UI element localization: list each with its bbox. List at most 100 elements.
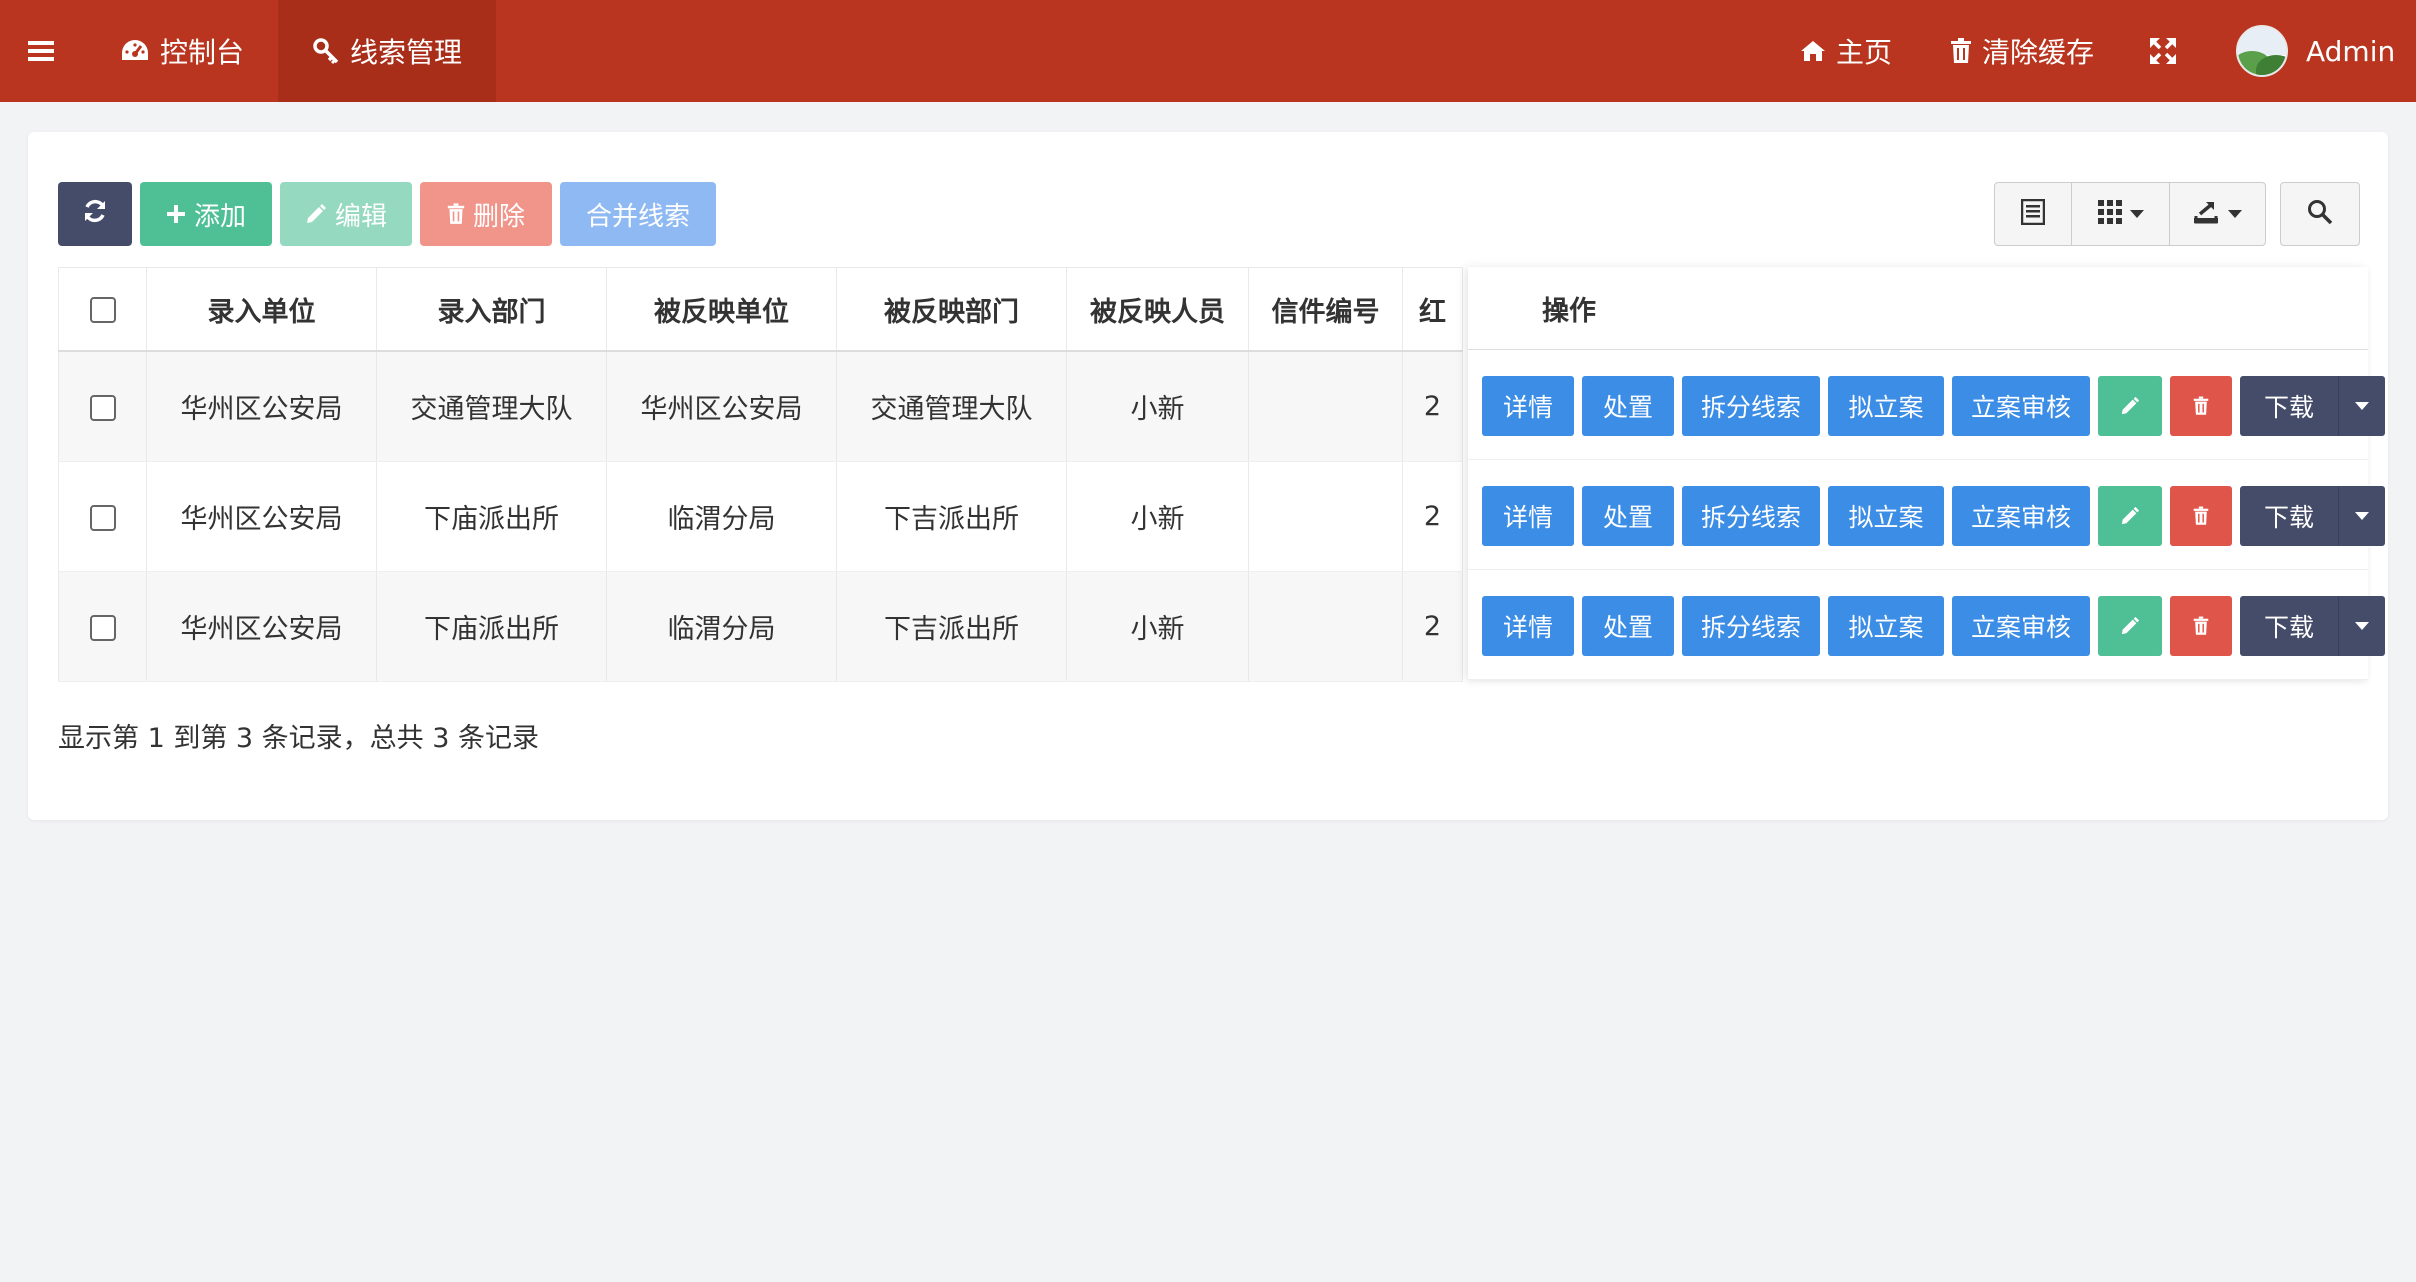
row-actions: 详情 处置 拆分线索 拟立案 立案审核 下载: [1468, 350, 2385, 460]
nav-clear-cache-link[interactable]: 清除缓存: [1950, 0, 2094, 102]
download-button[interactable]: 下载: [2240, 486, 2338, 546]
column-header[interactable]: 信件编号: [1248, 267, 1403, 352]
nav-dashboard-label: 控制台: [160, 36, 245, 69]
pencil-icon: [2121, 506, 2140, 525]
column-header[interactable]: 红: [1402, 267, 1463, 352]
row-edit-button[interactable]: [2098, 486, 2162, 546]
case-review-button[interactable]: 立案审核: [1952, 376, 2090, 436]
table-header-row: 录入单位 录入部门 被反映单位 被反映部门 被反映人员 信件编号 红: [58, 267, 1463, 352]
plus-icon: [166, 204, 186, 224]
pencil-icon: [2121, 616, 2140, 635]
column-header[interactable]: 被反映人员: [1066, 267, 1249, 352]
row-delete-button[interactable]: [2170, 376, 2232, 436]
trash-icon: [2193, 396, 2209, 415]
user-menu[interactable]: Admin: [2236, 0, 2395, 102]
edit-button-label: 编辑: [334, 201, 387, 232]
table-cell: 临渭分局: [606, 461, 837, 572]
row-checkbox[interactable]: [89, 614, 116, 641]
download-button[interactable]: 下载: [2240, 596, 2338, 656]
table-tools-group: [1994, 182, 2266, 246]
row-edit-button[interactable]: [2098, 376, 2162, 436]
table-cell: 2: [1402, 461, 1463, 572]
nav-tab-dashboard[interactable]: 控制台: [120, 0, 244, 102]
nav-clear-cache-label: 清除缓存: [1982, 36, 2095, 69]
split-clue-button[interactable]: 拆分线索: [1682, 376, 1820, 436]
download-button[interactable]: 下载: [2240, 376, 2338, 436]
select-all-cell[interactable]: [58, 267, 147, 352]
merge-button-label: 合并线索: [585, 201, 690, 232]
table-cell: 下吉派出所: [836, 461, 1067, 572]
row-select-cell[interactable]: [58, 351, 147, 462]
table-cell: [1248, 571, 1403, 682]
detail-button[interactable]: 详情: [1482, 376, 1574, 436]
row-checkbox[interactable]: [89, 504, 116, 531]
row-edit-button[interactable]: [2098, 596, 2162, 656]
detail-button[interactable]: 详情: [1482, 596, 1574, 656]
case-review-button[interactable]: 立案审核: [1952, 486, 2090, 546]
download-dropdown-toggle[interactable]: [2338, 486, 2385, 546]
chevron-down-icon: [2355, 512, 2369, 520]
split-clue-button[interactable]: 拆分线索: [1682, 596, 1820, 656]
row-actions: 详情 处置 拆分线索 拟立案 立案审核 下载: [1468, 460, 2385, 570]
handle-button[interactable]: 处置: [1582, 376, 1674, 436]
table-cell: 2: [1402, 571, 1463, 682]
table-cell: 华州区公安局: [146, 461, 377, 572]
table-row[interactable]: 华州区公安局 交通管理大队 华州区公安局 交通管理大队 小新 2: [58, 351, 1463, 462]
fullscreen-button[interactable]: [2150, 0, 2186, 102]
row-select-cell[interactable]: [58, 571, 147, 682]
table-row[interactable]: 华州区公安局 下庙派出所 临渭分局 下吉派出所 小新 2: [58, 461, 1463, 572]
row-actions: 详情 处置 拆分线索 拟立案 立案审核 下载: [1468, 570, 2385, 680]
top-navbar: 控制台 线索管理 主页 清除缓存 Admin: [0, 0, 2416, 102]
table-cell: 小新: [1066, 351, 1249, 462]
download-dropdown-toggle[interactable]: [2338, 376, 2385, 436]
table-cell: [1248, 351, 1403, 462]
table-cell: [1248, 461, 1403, 572]
columns-dropdown-button[interactable]: [2072, 183, 2170, 245]
delete-button[interactable]: 删除: [420, 182, 552, 246]
propose-case-button[interactable]: 拟立案: [1828, 486, 1944, 546]
content-card: 添加 编辑 删除 合并线索 录入单位 录入部门 被反映单位 被反映部门 被反映人…: [28, 132, 2388, 820]
column-header[interactable]: 录入单位: [146, 267, 377, 352]
row-checkbox[interactable]: [89, 394, 116, 421]
propose-case-button[interactable]: 拟立案: [1828, 596, 1944, 656]
table-row[interactable]: 华州区公安局 下庙派出所 临渭分局 下吉派出所 小新 2: [58, 571, 1463, 682]
case-review-button[interactable]: 立案审核: [1952, 596, 2090, 656]
split-clue-button[interactable]: 拆分线索: [1682, 486, 1820, 546]
merge-clues-button[interactable]: 合并线索: [560, 182, 716, 246]
refresh-button[interactable]: [58, 182, 132, 246]
edit-button[interactable]: 编辑: [280, 182, 412, 246]
menu-toggle-button[interactable]: [28, 0, 66, 102]
dashboard-icon: [120, 38, 150, 64]
column-header[interactable]: 被反映部门: [836, 267, 1067, 352]
trash-icon: [2193, 616, 2209, 635]
add-button[interactable]: 添加: [140, 182, 272, 246]
clue-table: 录入单位 录入部门 被反映单位 被反映部门 被反映人员 信件编号 红 华州区公安…: [58, 267, 1463, 682]
propose-case-button[interactable]: 拟立案: [1828, 376, 1944, 436]
nav-clues-label: 线索管理: [349, 36, 462, 69]
select-all-checkbox[interactable]: [89, 297, 116, 323]
nav-tab-clue-management[interactable]: 线索管理: [278, 0, 496, 102]
toggle-view-button[interactable]: [1995, 183, 2073, 245]
pagination-info: 显示第 1 到第 3 条记录，总共 3 条记录: [58, 723, 540, 754]
table-cell: 华州区公安局: [146, 571, 377, 682]
handle-button[interactable]: 处置: [1582, 486, 1674, 546]
column-header[interactable]: 录入部门: [376, 267, 607, 352]
add-button-label: 添加: [193, 201, 246, 232]
detail-button[interactable]: 详情: [1482, 486, 1574, 546]
row-delete-button[interactable]: [2170, 596, 2232, 656]
nav-home-link[interactable]: 主页: [1800, 0, 1892, 102]
table-cell: 华州区公安局: [606, 351, 837, 462]
search-button[interactable]: [2280, 182, 2360, 246]
column-header[interactable]: 被反映单位: [606, 267, 837, 352]
trash-icon: [1950, 38, 1972, 64]
export-dropdown-button[interactable]: [2170, 183, 2265, 245]
handle-button[interactable]: 处置: [1582, 596, 1674, 656]
key-icon: [312, 37, 340, 65]
row-delete-button[interactable]: [2170, 486, 2232, 546]
table-cell: 交通管理大队: [836, 351, 1067, 462]
search-icon: [2307, 199, 2333, 229]
table-cell: 下庙派出所: [376, 461, 607, 572]
row-select-cell[interactable]: [58, 461, 147, 572]
download-dropdown-toggle[interactable]: [2338, 596, 2385, 656]
chevron-down-icon: [2355, 402, 2369, 410]
